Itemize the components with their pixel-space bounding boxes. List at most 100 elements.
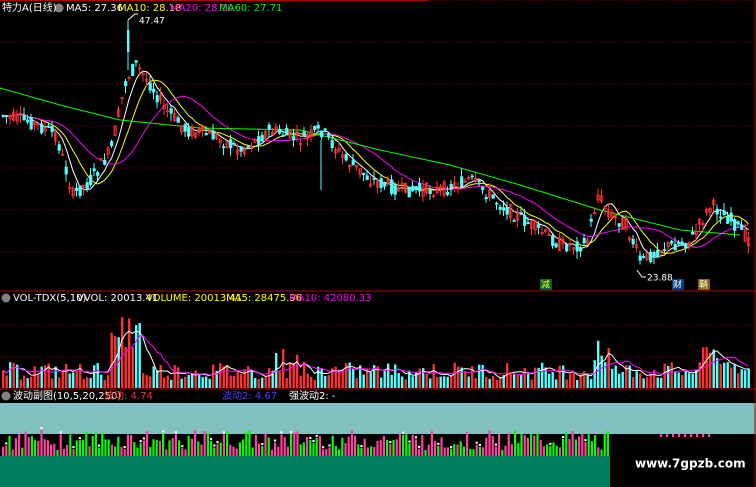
candle[interactable] — [491, 194, 495, 199]
candle[interactable] — [187, 127, 191, 137]
indicator-bar[interactable] — [318, 436, 321, 456]
indicator-bar[interactable] — [168, 440, 171, 456]
candle[interactable] — [498, 206, 502, 210]
indicator-bar[interactable] — [114, 446, 117, 456]
volume-bar[interactable] — [481, 364, 484, 388]
indicator-bar[interactable] — [322, 449, 325, 456]
volume-bar[interactable] — [257, 379, 260, 388]
candle[interactable] — [670, 240, 674, 244]
volume-bar[interactable] — [23, 375, 26, 388]
volume-bar[interactable] — [103, 379, 106, 388]
indicator-bar[interactable] — [475, 444, 478, 456]
indicator-bar[interactable] — [708, 434, 711, 437]
indicator-bar[interactable] — [69, 434, 72, 456]
indicator-bar[interactable] — [574, 439, 577, 456]
indicator-bar[interactable] — [514, 430, 517, 456]
candle[interactable] — [726, 216, 730, 224]
indicator-bar[interactable] — [562, 439, 565, 456]
volume-bar[interactable] — [569, 374, 572, 388]
volume-bar[interactable] — [495, 379, 498, 388]
volume-bar[interactable] — [362, 374, 365, 388]
volume-bar[interactable] — [33, 366, 36, 388]
candle[interactable] — [390, 179, 394, 194]
indicator-bar[interactable] — [587, 434, 590, 456]
candle[interactable] — [257, 136, 261, 145]
volume-bar[interactable] — [282, 349, 285, 388]
volume-bar[interactable] — [565, 379, 568, 388]
candle[interactable] — [484, 196, 488, 200]
volume-bar[interactable] — [352, 368, 355, 388]
volume-bar[interactable] — [264, 376, 267, 388]
volume-bar[interactable] — [26, 378, 29, 388]
marker-other[interactable]: 鞘 — [699, 279, 708, 291]
volume-bar[interactable] — [730, 367, 733, 388]
indicator-bar[interactable] — [50, 444, 53, 456]
volume-bar[interactable] — [705, 347, 708, 388]
indicator-bar[interactable] — [62, 448, 65, 456]
indicator-bar[interactable] — [261, 446, 264, 456]
indicator-bar[interactable] — [136, 447, 139, 456]
indicator-bar[interactable] — [130, 434, 133, 456]
volume-bar[interactable] — [499, 377, 502, 388]
volume-bar[interactable] — [299, 375, 302, 388]
candle[interactable] — [733, 219, 737, 231]
candle[interactable] — [78, 185, 82, 196]
indicator-bar[interactable] — [411, 434, 414, 456]
volume-bar[interactable] — [240, 374, 243, 388]
candle[interactable] — [148, 82, 152, 91]
candle[interactable] — [383, 181, 387, 187]
indicator-bar[interactable] — [43, 439, 46, 456]
indicator-bar[interactable] — [672, 434, 675, 437]
volume-bar[interactable] — [726, 362, 729, 388]
indicator-bar[interactable] — [306, 436, 309, 456]
indicator-bar[interactable] — [197, 441, 200, 456]
indicator-bar[interactable] — [539, 439, 542, 456]
indicator-bar[interactable] — [126, 434, 129, 456]
volume-bar[interactable] — [198, 374, 201, 388]
indicator-bar[interactable] — [219, 442, 222, 456]
candle[interactable] — [351, 159, 355, 166]
volume-bar[interactable] — [600, 355, 603, 388]
indicator-bar[interactable] — [40, 430, 43, 456]
indicator-bar[interactable] — [78, 440, 81, 456]
indicator-bar[interactable] — [210, 440, 213, 456]
volume-bar[interactable] — [233, 375, 236, 388]
marker-reduce[interactable]: 减 — [541, 279, 550, 291]
indicator-bar[interactable] — [360, 448, 363, 456]
volume-bar[interactable] — [229, 375, 232, 388]
indicator-bar[interactable] — [312, 443, 315, 456]
volume-bar[interactable] — [205, 376, 208, 388]
indicator-bar[interactable] — [302, 442, 305, 456]
indicator-bar[interactable] — [101, 432, 104, 456]
volume-bar[interactable] — [341, 370, 344, 388]
volume-bar[interactable] — [68, 373, 71, 388]
volume-bar[interactable] — [467, 376, 470, 388]
indicator-bar[interactable] — [290, 434, 293, 456]
indicator-bar[interactable] — [258, 443, 261, 456]
indicator-bar[interactable] — [597, 447, 600, 456]
indicator-bar[interactable] — [181, 448, 184, 456]
candle[interactable] — [684, 243, 688, 249]
volume-bar[interactable] — [677, 372, 680, 388]
volume-bar[interactable] — [194, 370, 197, 388]
indicator-bar[interactable] — [30, 436, 33, 456]
candle[interactable] — [575, 241, 579, 252]
volume-bar[interactable] — [79, 363, 82, 388]
candle[interactable] — [211, 130, 215, 140]
candle[interactable] — [229, 139, 233, 149]
volume-bar[interactable] — [170, 379, 173, 388]
volume-bar[interactable] — [142, 373, 145, 388]
indicator-bar[interactable] — [254, 434, 257, 456]
volume-bar[interactable] — [523, 367, 526, 388]
volume-bar[interactable] — [121, 317, 124, 388]
volume-bar[interactable] — [709, 352, 712, 388]
indicator-bar[interactable] — [267, 437, 270, 456]
volume-bar[interactable] — [492, 375, 495, 388]
indicator-bar[interactable] — [584, 442, 587, 456]
indicator-bar[interactable] — [427, 444, 430, 456]
indicator-bar[interactable] — [46, 440, 49, 456]
indicator-bar[interactable] — [536, 433, 539, 456]
volume-bar[interactable] — [590, 378, 593, 388]
volume-bar[interactable] — [716, 358, 719, 388]
indicator-bar[interactable] — [133, 442, 136, 456]
